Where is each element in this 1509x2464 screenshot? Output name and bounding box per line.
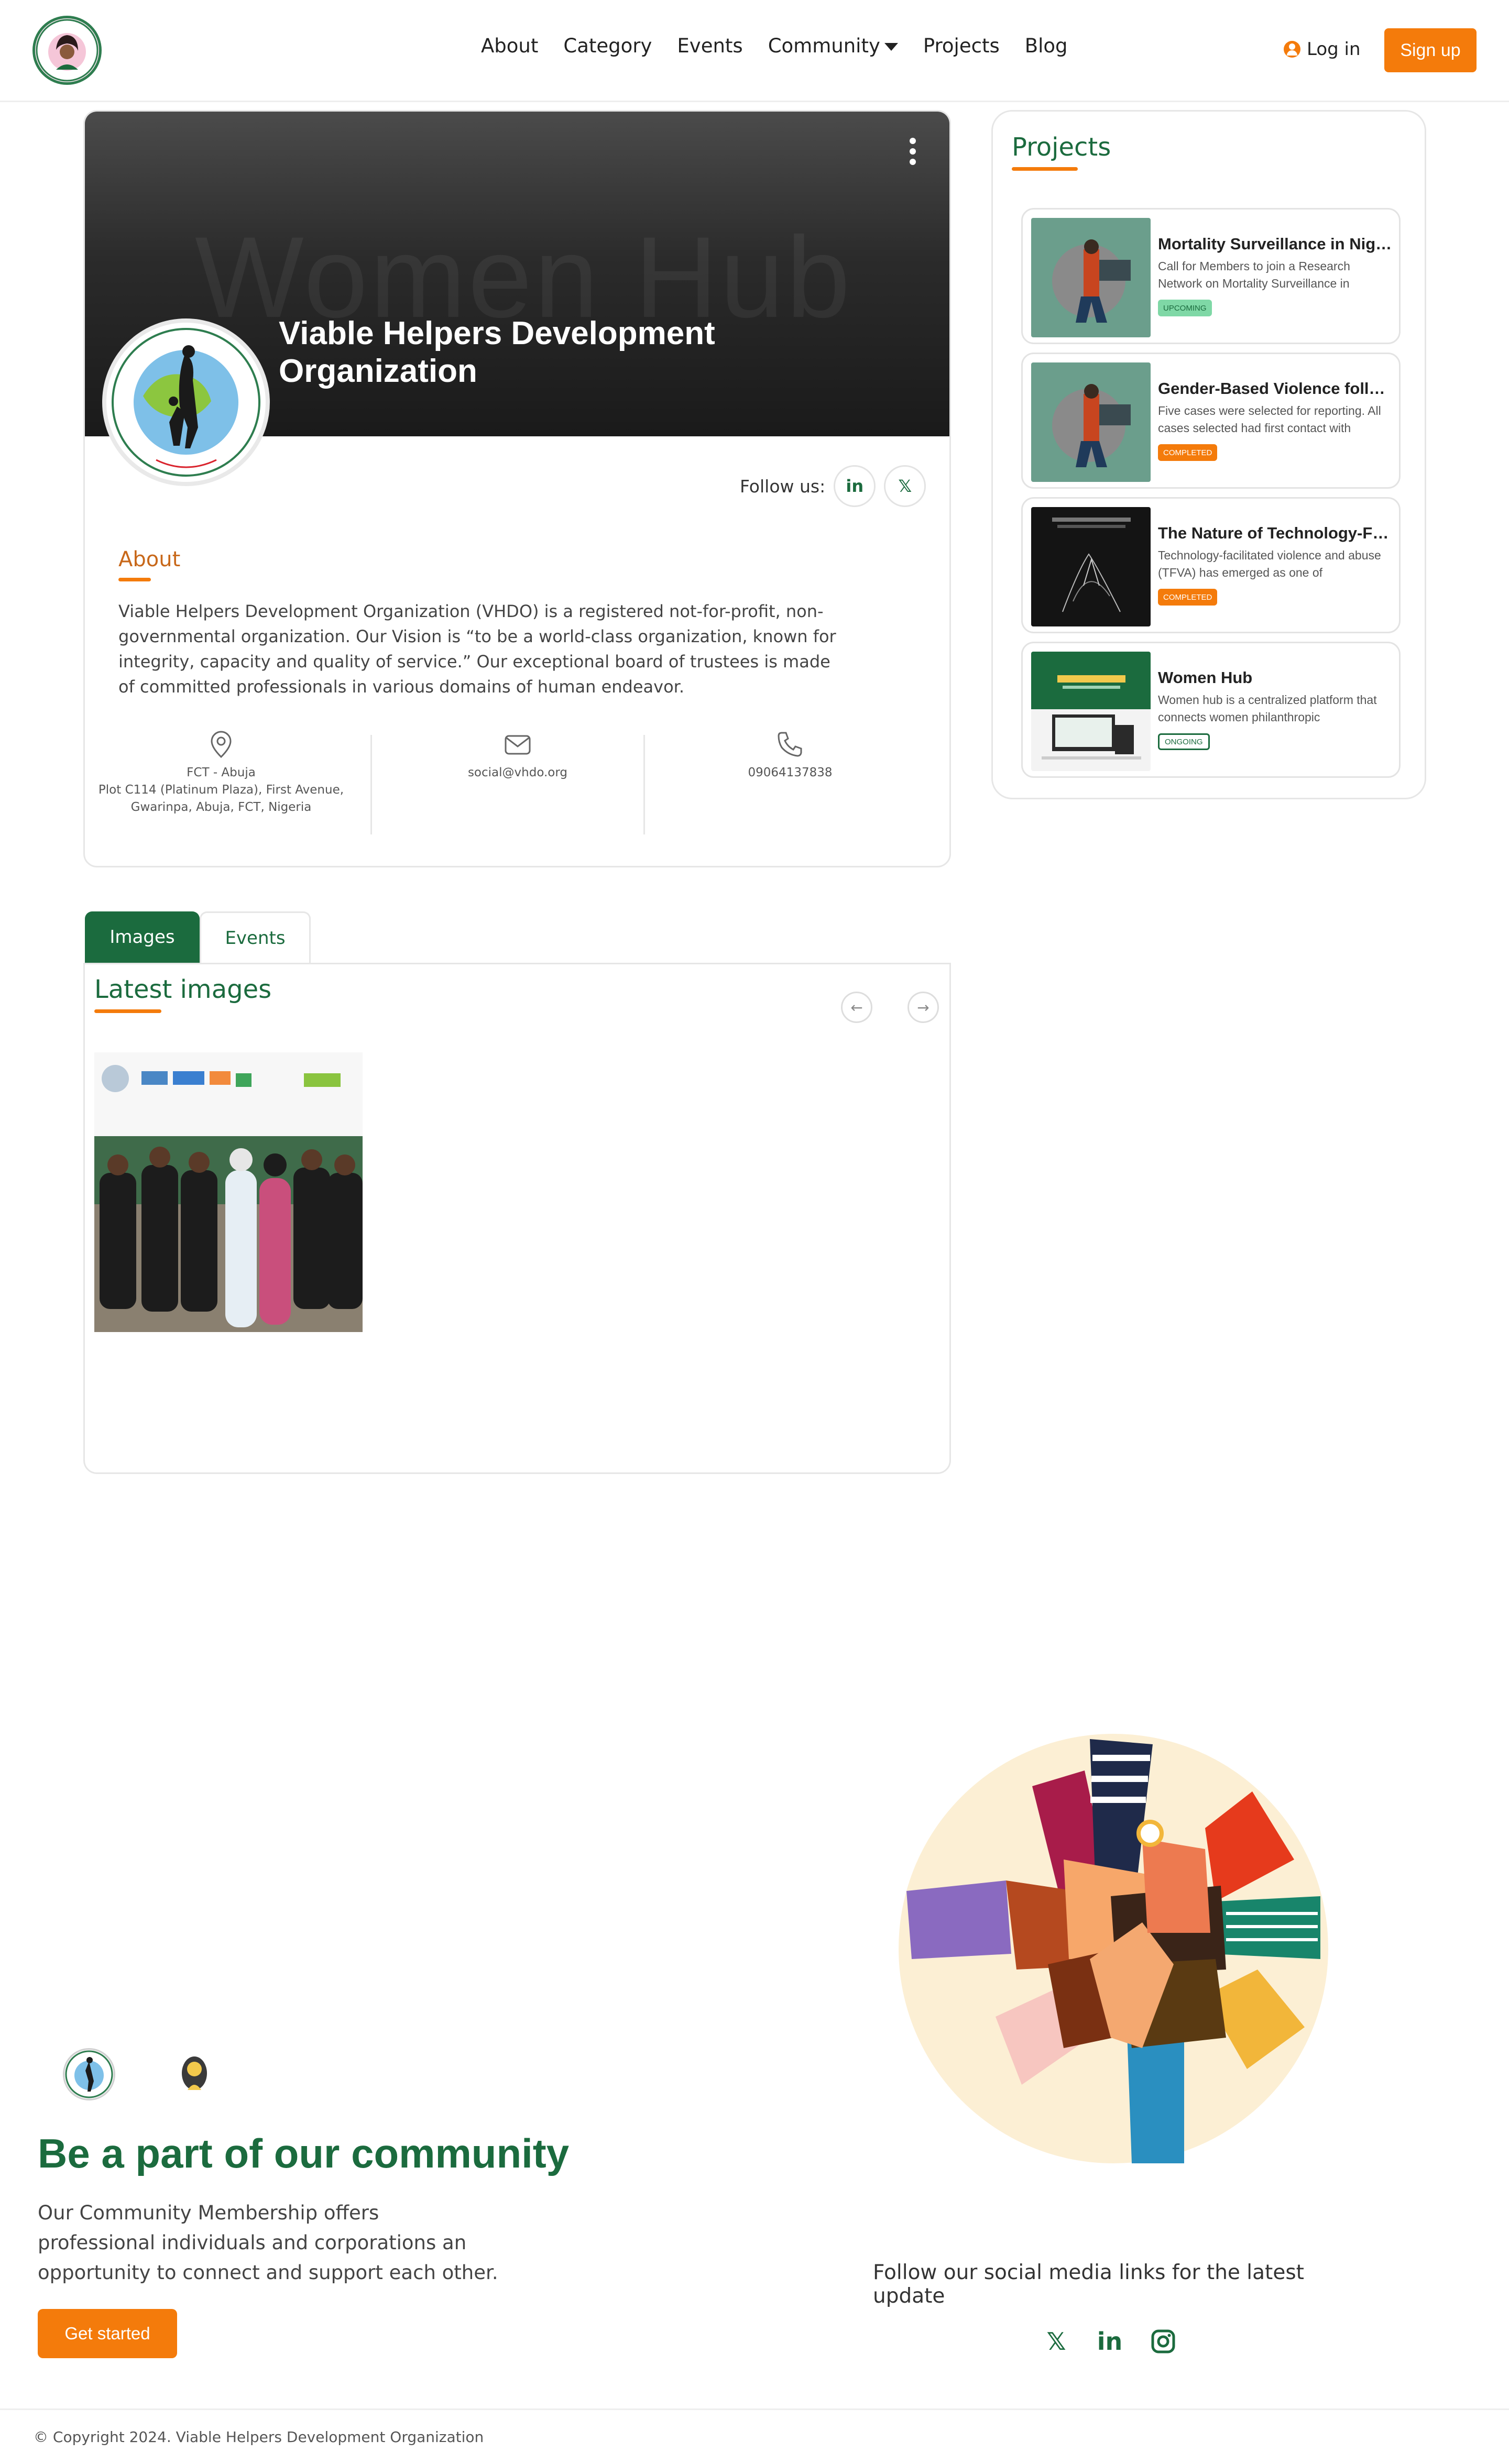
signup-button[interactable]: Sign up bbox=[1384, 28, 1477, 72]
project-title: The Nature of Technology-Facilitated bbox=[1158, 524, 1394, 542]
location-info: FCT - Abuja Plot C114 (Platinum Plaza), … bbox=[85, 730, 357, 816]
about-underline bbox=[118, 578, 151, 581]
project-card[interactable]: The Nature of Technology-Facilitated Tec… bbox=[1021, 497, 1401, 633]
main-nav: About Category Events Community Projects… bbox=[481, 35, 1093, 57]
gallery-image[interactable] bbox=[94, 1052, 363, 1332]
community-member-icon bbox=[178, 2053, 211, 2096]
contact-info: FCT - Abuja Plot C114 (Platinum Plaza), … bbox=[85, 730, 949, 834]
organization-name: Viable Helpers Development Organization bbox=[279, 315, 715, 389]
status-badge: ONGOING bbox=[1158, 733, 1210, 750]
linkedin-link[interactable]: in bbox=[1096, 2327, 1123, 2356]
site-logo[interactable] bbox=[32, 16, 102, 85]
organization-profile-card: Women Hub Viable Helpers Development Org… bbox=[83, 110, 951, 867]
project-description: Five cases were selected for reporting. … bbox=[1158, 404, 1381, 435]
login-link[interactable]: Log in bbox=[1284, 39, 1361, 60]
status-badge: COMPLETED bbox=[1158, 589, 1218, 606]
login-label: Log in bbox=[1307, 39, 1361, 60]
project-thumbnail bbox=[1031, 218, 1151, 337]
project-title: Gender-Based Violence follow-up bbox=[1158, 379, 1394, 398]
location-address-1: Plot C114 (Platinum Plaza), First Avenue… bbox=[98, 783, 344, 797]
phone-number[interactable]: 09064137838 bbox=[654, 764, 926, 782]
nav-blog[interactable]: Blog bbox=[1025, 35, 1068, 57]
projects-underline bbox=[1012, 167, 1078, 171]
project-thumbnail bbox=[1031, 652, 1151, 771]
location-city: FCT - Abuja bbox=[187, 766, 256, 779]
project-card[interactable]: Gender-Based Violence follow-up Five cas… bbox=[1021, 353, 1401, 489]
divider bbox=[370, 735, 372, 834]
organization-avatar bbox=[102, 318, 270, 486]
community-hands-illustration bbox=[891, 1723, 1341, 2174]
linkedin-button[interactable]: in bbox=[834, 465, 876, 507]
x-twitter-link[interactable]: 𝕏 bbox=[1043, 2327, 1070, 2356]
instagram-icon bbox=[1151, 2329, 1175, 2353]
projects-heading: Projects bbox=[1012, 133, 1111, 162]
tab-images[interactable]: Images bbox=[85, 911, 200, 963]
project-card[interactable]: Mortality Surveillance in Nigeria Call f… bbox=[1021, 208, 1401, 344]
project-thumbnail bbox=[1031, 507, 1151, 626]
linkedin-icon: in bbox=[846, 476, 864, 496]
email-info: social@vhdo.org bbox=[381, 730, 654, 782]
images-gallery: Latest images ← → bbox=[83, 963, 951, 1474]
email-address[interactable]: social@vhdo.org bbox=[381, 764, 654, 782]
gallery-heading: Latest images bbox=[94, 975, 272, 1004]
linkedin-icon: in bbox=[1097, 2327, 1123, 2356]
social-links: 𝕏 in bbox=[1043, 2327, 1177, 2356]
x-twitter-button[interactable]: 𝕏 bbox=[884, 465, 926, 507]
tab-events[interactable]: Events bbox=[200, 911, 311, 963]
nav-community[interactable]: Community bbox=[768, 35, 898, 57]
project-description: Call for Members to join a Research Netw… bbox=[1158, 259, 1350, 290]
navbar: About Category Events Community Projects… bbox=[0, 0, 1509, 102]
instagram-link[interactable] bbox=[1150, 2328, 1177, 2355]
project-description: Technology-facilitated violence and abus… bbox=[1158, 548, 1381, 579]
about-heading: About bbox=[118, 547, 181, 571]
community-heading: Be a part of our community bbox=[38, 2130, 570, 2176]
phone-icon bbox=[778, 732, 802, 757]
nav-about[interactable]: About bbox=[481, 35, 538, 57]
caret-down-icon bbox=[884, 43, 898, 51]
carousel-next-button[interactable]: → bbox=[907, 992, 939, 1023]
mail-icon bbox=[505, 735, 531, 755]
arrow-right-icon: → bbox=[917, 998, 930, 1016]
location-address-2: Gwarinpa, Abuja, FCT, Nigeria bbox=[130, 800, 312, 814]
carousel-prev-button[interactable]: ← bbox=[841, 992, 872, 1023]
follow-label: Follow us: bbox=[740, 476, 826, 497]
footer-divider bbox=[0, 2408, 1509, 2410]
divider bbox=[643, 735, 645, 834]
community-logo bbox=[63, 2048, 115, 2100]
user-icon bbox=[1284, 41, 1300, 58]
projects-panel: Projects Mortality Surveillance in Niger… bbox=[991, 110, 1426, 799]
x-icon: 𝕏 bbox=[898, 476, 912, 496]
project-card[interactable]: Women Hub Women hub is a centralized pla… bbox=[1021, 642, 1401, 778]
follow-us: Follow us: in 𝕏 bbox=[740, 465, 926, 507]
nav-community-label: Community bbox=[768, 35, 880, 57]
nav-category[interactable]: Category bbox=[563, 35, 652, 57]
copyright-text: © Copyright 2024. Viable Helpers Develop… bbox=[34, 2428, 484, 2446]
follow-social-text: Follow our social media links for the la… bbox=[873, 2261, 1304, 2308]
project-title: Mortality Surveillance in Nigeria bbox=[1158, 235, 1394, 253]
project-title: Women Hub bbox=[1158, 668, 1253, 687]
location-pin-icon bbox=[211, 731, 232, 758]
project-thumbnail bbox=[1031, 362, 1151, 482]
project-description: Women hub is a centralized platform that… bbox=[1158, 693, 1377, 724]
x-icon: 𝕏 bbox=[1046, 2327, 1066, 2356]
phone-info: 09064137838 bbox=[654, 730, 926, 782]
nav-projects[interactable]: Projects bbox=[923, 35, 1000, 57]
gallery-underline bbox=[94, 1009, 161, 1013]
status-badge: COMPLETED bbox=[1158, 444, 1218, 461]
about-text: Viable Helpers Development Organization … bbox=[118, 601, 836, 697]
arrow-left-icon: ← bbox=[850, 998, 863, 1016]
nav-events[interactable]: Events bbox=[677, 35, 742, 57]
get-started-button[interactable]: Get started bbox=[38, 2309, 177, 2358]
status-badge: UPCOMING bbox=[1158, 300, 1212, 316]
more-options-icon[interactable] bbox=[907, 138, 918, 169]
community-description: Our Community Membership offers professi… bbox=[38, 2202, 498, 2284]
